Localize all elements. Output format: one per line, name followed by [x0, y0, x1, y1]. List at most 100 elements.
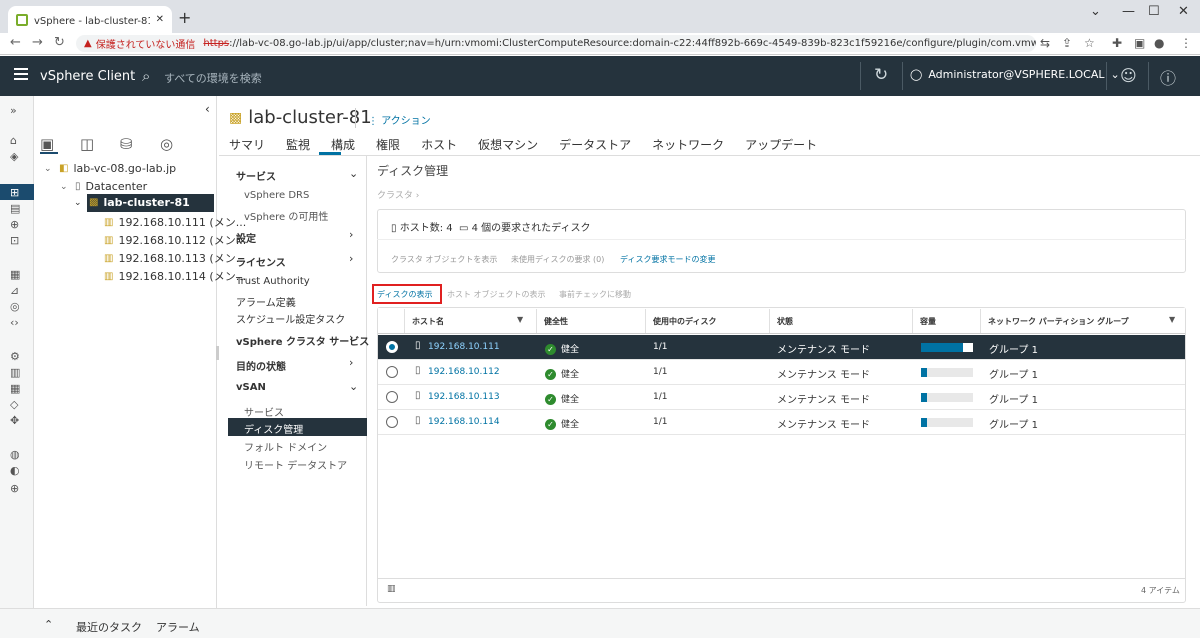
developer-icon[interactable]: ‹›	[10, 316, 19, 329]
close-window-icon[interactable]: ✕	[1178, 4, 1189, 19]
sidepanel-icon[interactable]: ▣	[1134, 36, 1145, 50]
chevron-right-icon[interactable]: ›	[349, 228, 353, 241]
storage-icon[interactable]: ⊕	[10, 218, 19, 231]
global-search-input[interactable]: すべての環境を検索	[164, 70, 262, 86]
content-library-icon[interactable]: ▦	[10, 268, 20, 281]
tab-networks[interactable]: ネットワーク	[652, 136, 724, 153]
feedback-smiley-icon[interactable]: ☺	[1120, 66, 1137, 85]
host-link[interactable]: 192.168.10.111	[428, 342, 500, 352]
column-header-partition-group[interactable]: ネットワーク パーティション グループ	[988, 316, 1129, 327]
claim-unused-disks-link[interactable]: 未使用ディスクの要求 (0)	[511, 254, 604, 265]
row-radio[interactable]	[386, 416, 398, 428]
tab-datastores[interactable]: データストア	[559, 136, 631, 153]
column-divider[interactable]	[769, 309, 770, 333]
chevron-right-icon[interactable]: ›	[349, 356, 353, 369]
translate-icon[interactable]: ⇆	[1040, 36, 1050, 50]
bookmark-star-icon[interactable]: ☆	[1084, 36, 1095, 50]
chevron-up-icon[interactable]: ⌃	[44, 618, 53, 631]
menu-section-desired-state[interactable]: 目的の状態	[236, 358, 286, 373]
extensions-icon[interactable]: ✚	[1112, 36, 1122, 50]
column-divider[interactable]	[536, 309, 537, 333]
tab-monitor[interactable]: 監視	[286, 136, 310, 153]
reload-icon[interactable]: ↻	[54, 35, 65, 50]
plugin-icon[interactable]: ⊕	[10, 482, 19, 495]
global-inventory-icon[interactable]: ◎	[10, 300, 20, 313]
skyline-icon[interactable]: ◍	[10, 448, 20, 461]
policies-icon[interactable]: ⚙	[10, 350, 20, 363]
filter-icon[interactable]: ▼	[517, 315, 523, 324]
menu-item-trust-authority[interactable]: Trust Authority	[236, 276, 310, 287]
storage-view-icon[interactable]: ⛁	[120, 135, 133, 153]
column-header-state[interactable]: 状態	[777, 316, 793, 327]
home-icon[interactable]: ⌂	[10, 134, 17, 147]
breadcrumb-cluster[interactable]: クラスタ	[377, 191, 413, 201]
show-cluster-objects-link[interactable]: クラスタ オブジェクトを表示	[391, 254, 497, 265]
menu-item-drs[interactable]: vSphere DRS	[244, 190, 309, 201]
cloud-icon[interactable]: ◐	[10, 464, 20, 477]
network-icon[interactable]: ⊡	[10, 234, 19, 247]
column-header-disks-in-use[interactable]: 使用中のディスク	[653, 316, 716, 327]
profile-avatar-icon[interactable]: ●	[1154, 36, 1164, 50]
table-row[interactable]: ▯ 192.168.10.113 ✓ 健全 1/1 メンテナンス モード グループ…	[378, 385, 1185, 410]
chevron-down-icon[interactable]: ⌄	[60, 182, 70, 192]
chevron-down-icon[interactable]: ⌄	[74, 198, 84, 208]
tree-node-datacenter[interactable]: ⌄ ▯ Datacenter	[60, 180, 147, 193]
tab-configure[interactable]: 構成	[331, 136, 355, 153]
column-divider[interactable]	[912, 309, 913, 333]
menu-item-disk-management[interactable]: ディスク管理	[244, 421, 303, 436]
host-link[interactable]: 192.168.10.114	[428, 417, 500, 427]
row-radio[interactable]	[386, 366, 398, 378]
shortcuts-icon[interactable]: ◈	[10, 150, 18, 163]
menu-section-licensing[interactable]: ライセンス	[236, 254, 286, 269]
chevron-right-icon[interactable]: ›	[349, 252, 353, 265]
search-icon[interactable]: ⌕	[142, 67, 150, 85]
row-radio[interactable]	[386, 391, 398, 403]
chevron-down-icon[interactable]: ⌄	[349, 167, 358, 180]
tree-node-cluster[interactable]: ⌄ ▩ lab-cluster-81	[74, 196, 190, 209]
table-row[interactable]: ▯ 192.168.10.111 ✓ 健全 1/1 メンテナンス モード グループ…	[378, 335, 1185, 360]
go-to-precheck-button[interactable]: 事前チェックに移動	[559, 289, 631, 300]
table-row[interactable]: ▯ 192.168.10.114 ✓ 健全 1/1 メンテナンス モード グループ…	[378, 410, 1185, 435]
menu-item-remote-datastores[interactable]: リモート データストア	[244, 457, 347, 472]
chevron-right-icon[interactable]: ›	[349, 331, 353, 344]
recent-tasks-tab[interactable]: 最近のタスク	[76, 619, 142, 635]
admin-icon[interactable]: ▥	[10, 366, 20, 379]
help-icon[interactable]: ⓘ	[1160, 65, 1176, 89]
column-divider[interactable]	[980, 309, 981, 333]
refresh-icon[interactable]: ↻	[874, 65, 888, 85]
hosts-clusters-icon[interactable]: ⊞	[10, 186, 19, 199]
column-header-health[interactable]: 健全性	[544, 316, 568, 327]
view-disks-button[interactable]: ディスクの表示	[377, 289, 432, 300]
networking-view-icon[interactable]: ◎	[160, 135, 173, 153]
column-divider[interactable]	[645, 309, 646, 333]
tab-summary[interactable]: サマリ	[229, 136, 265, 153]
minimize-icon[interactable]: —	[1122, 4, 1135, 19]
change-claim-mode-link[interactable]: ディスク要求モードの変更	[620, 254, 715, 265]
table-row[interactable]: ▯ 192.168.10.112 ✓ 健全 1/1 メンテナンス モード グループ…	[378, 360, 1185, 385]
actions-menu[interactable]: ⋮ アクション	[368, 112, 431, 127]
view-host-objects-button[interactable]: ホスト オブジェクトの表示	[447, 289, 546, 300]
maximize-icon[interactable]: ☐	[1148, 4, 1160, 19]
share-icon[interactable]: ⇪	[1062, 36, 1072, 50]
new-tab-button[interactable]: +	[178, 8, 191, 27]
menu-section-services[interactable]: サービス	[236, 168, 276, 183]
filter-icon[interactable]: ▼	[1169, 315, 1175, 324]
forward-icon[interactable]: →	[32, 35, 43, 50]
vms-templates-view-icon[interactable]: ◫	[80, 135, 94, 153]
tab-permissions[interactable]: 権限	[376, 136, 400, 153]
collapse-panel-icon[interactable]: ‹	[205, 102, 210, 116]
tree-node-vcenter[interactable]: ⌄ ◧ lab-vc-08.go-lab.jp	[44, 162, 176, 175]
hosts-clusters-view-icon[interactable]: ▣	[40, 135, 54, 153]
menu-item-alarm-definitions[interactable]: アラーム定義	[236, 294, 296, 309]
column-header-host[interactable]: ホスト名	[412, 316, 444, 327]
row-radio[interactable]	[386, 341, 398, 353]
menu-hamburger-icon[interactable]	[14, 68, 28, 80]
tasks-icon[interactable]: ▦	[10, 382, 20, 395]
host-link[interactable]: 192.168.10.112	[428, 367, 500, 377]
alarms-tab[interactable]: アラーム	[156, 619, 200, 635]
workload-icon[interactable]: ⊿	[10, 284, 19, 297]
chevron-down-icon[interactable]: ⌄	[349, 380, 358, 393]
menu-section-settings[interactable]: 設定	[236, 230, 256, 245]
expand-rail-icon[interactable]: »	[10, 104, 17, 117]
chevron-down-icon[interactable]: ⌄	[44, 164, 54, 174]
